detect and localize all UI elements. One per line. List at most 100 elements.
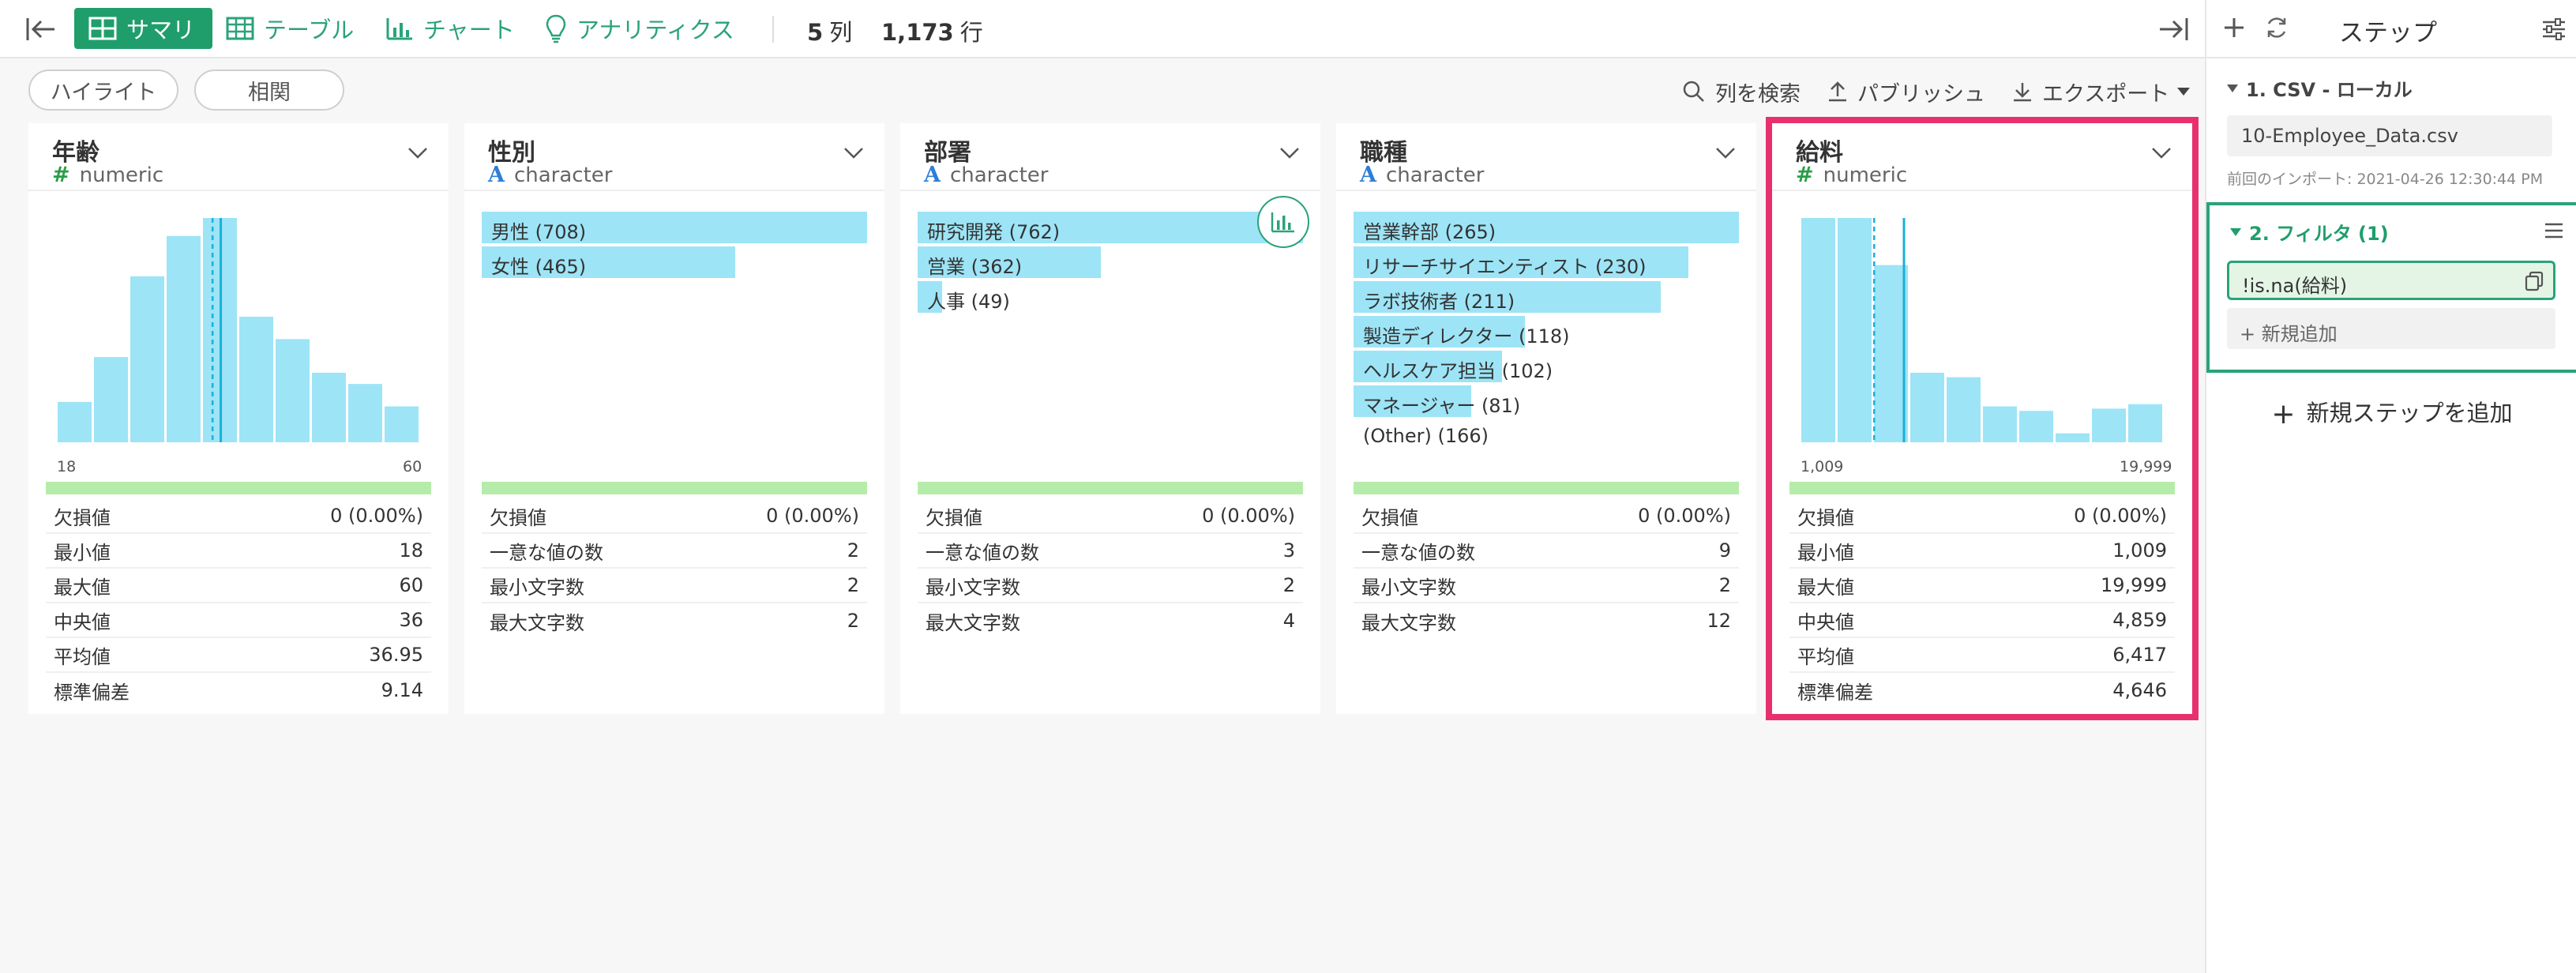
csv-file-name[interactable]: 10-Employee_Data.csv <box>2227 115 2552 156</box>
stat-value: 2 <box>847 610 859 632</box>
row-count-unit: 行 <box>959 19 983 46</box>
caret-down-icon <box>2177 88 2199 96</box>
histogram-bar <box>1838 218 1872 442</box>
category-item[interactable]: ヘルスケア担当 (102) <box>1354 351 1739 382</box>
add-condition-button[interactable]: + 新規追加 <box>2227 308 2555 349</box>
stat-value: 12 <box>1707 610 1731 632</box>
last-import-time: 前回のインポート: 2021-04-26 12:30:44 PM <box>2227 171 2544 188</box>
step-filter-title[interactable]: 2. フィルタ (1) <box>2230 218 2389 246</box>
chevron-down-icon[interactable] <box>843 147 864 160</box>
tab-table[interactable]: テーブル <box>226 8 354 49</box>
export-button[interactable]: エクスポート <box>2012 76 2199 107</box>
category-item[interactable]: リサーチサイエンティスト (230) <box>1354 246 1739 278</box>
stat-value: 19,999 <box>2101 574 2167 596</box>
category-item[interactable]: 研究開発 (762) <box>918 212 1303 243</box>
stat-label: 欠損値 <box>1361 506 1418 529</box>
chart-view-button[interactable] <box>1257 196 1309 248</box>
step-filter[interactable]: 2. フィルタ (1) !is.na(給料) + 新規追加 <box>2206 202 2576 373</box>
stat-value: 9 <box>1718 539 1731 562</box>
stat-label: 最大文字数 <box>1361 611 1456 634</box>
column-card-department[interactable]: 部署 A character 研究開発 (762) 営業 (362) 人事 (4… <box>900 123 1320 714</box>
histogram-bar <box>2056 433 2090 442</box>
settings-sliders-icon[interactable] <box>2541 17 2567 41</box>
refresh-icon[interactable] <box>2263 14 2290 41</box>
stat-value: 4,859 <box>2112 609 2167 631</box>
category-label: リサーチサイエンティスト (230) <box>1363 256 1647 278</box>
category-item[interactable]: (Other) (166) <box>1354 420 1739 452</box>
stat-row: 最大値 19,999 <box>1789 569 2175 603</box>
correlation-button[interactable]: 相関 <box>194 70 344 111</box>
stat-value: 0 (0.00%) <box>330 505 423 527</box>
chevron-down-icon[interactable] <box>1279 147 1300 160</box>
chevron-down-icon[interactable] <box>1715 147 1736 160</box>
stat-label: 欠損値 <box>926 506 982 529</box>
histogram-bar <box>1947 377 1981 442</box>
column-type: # numeric <box>52 163 163 187</box>
stat-label: 標準偏差 <box>54 681 130 704</box>
row-count: 1,173 行 <box>881 14 983 47</box>
tab-analytics-label: アナリティクス <box>576 17 734 43</box>
stat-value: 2 <box>847 574 859 596</box>
stat-row: 標準偏差 4,646 <box>1789 673 2175 708</box>
range-min: 18 <box>57 458 77 475</box>
expand-right-icon[interactable] <box>2157 16 2189 43</box>
steps-panel-header: ステップ <box>2206 0 2576 58</box>
stat-label: 一意な値の数 <box>926 541 1039 564</box>
copy-icon[interactable] <box>2525 271 2544 291</box>
chevron-down-icon[interactable] <box>2151 147 2172 160</box>
publish-button[interactable]: パブリッシュ <box>1827 76 1985 107</box>
column-count-value: 5 <box>807 19 824 46</box>
category-item[interactable]: 人事 (49) <box>918 281 1303 313</box>
category-list: 営業幹部 (265) リサーチサイエンティスト (230) ラボ技術者 (211… <box>1354 212 1739 455</box>
plus-icon[interactable] <box>2222 16 2246 39</box>
stat-label: 一意な値の数 <box>1361 541 1475 564</box>
category-item[interactable]: 営業 (362) <box>918 246 1303 278</box>
stat-value: 60 <box>399 574 423 596</box>
tab-chart[interactable]: チャート <box>385 8 515 49</box>
collapse-left-icon[interactable] <box>25 16 57 43</box>
stats-list: 欠損値 0 (0.00%) 最小値 18 最大値 60 中央値 36 平均値 36.95 … <box>46 499 431 708</box>
card-header: 給料 # numeric <box>1772 123 2192 191</box>
stat-row: 中央値 36 <box>46 603 431 638</box>
tab-summary[interactable]: サマリ <box>74 8 213 49</box>
steps-panel: ステップ 1. CSV - ローカル 10-Employee_Data.csv … <box>2205 0 2576 973</box>
stat-row: 最大文字数 2 <box>482 603 867 638</box>
category-item[interactable]: マネージャー (81) <box>1354 385 1739 417</box>
summary-grid-icon <box>88 17 126 40</box>
search-column-button[interactable]: 列を検索 <box>1682 76 1801 107</box>
category-item[interactable]: ラボ技術者 (211) <box>1354 281 1739 313</box>
stat-row: 一意な値の数 9 <box>1354 534 1739 569</box>
stat-label: 最大値 <box>54 576 111 599</box>
column-type: A character <box>924 163 1048 187</box>
stat-row: 平均値 36.95 <box>46 638 431 673</box>
highlight-button[interactable]: ハイライト <box>28 70 178 111</box>
category-item[interactable]: 営業幹部 (265) <box>1354 212 1739 243</box>
chevron-down-icon[interactable] <box>407 147 428 160</box>
add-step-button[interactable]: + 新規ステップを追加 <box>2206 395 2576 430</box>
histogram-bar <box>167 235 201 442</box>
column-card-salary[interactable]: 給料 # numeric 1,009 19,999 欠損値 0 (0.00%) 最… <box>1766 117 2199 720</box>
export-label: エクスポート <box>2042 81 2170 107</box>
filter-condition[interactable]: !is.na(給料) <box>2227 261 2555 300</box>
numeric-type-icon: # <box>52 163 70 187</box>
stat-row: 欠損値 0 (0.00%) <box>918 499 1303 534</box>
column-card-gender[interactable]: 性別 A character 男性 (708) 女性 (465) 欠損値 0 (0… <box>464 123 884 714</box>
stat-value: 3 <box>1282 539 1295 562</box>
column-card-age[interactable]: 年齢 # numeric 18 60 欠損値 0 (0.00%) 最小値 18 最大… <box>28 123 449 714</box>
download-icon <box>2012 81 2042 103</box>
stat-row: 一意な値の数 2 <box>482 534 867 569</box>
step-csv-title[interactable]: 1. CSV - ローカル <box>2227 74 2413 102</box>
stat-label: 最小文字数 <box>926 576 1020 599</box>
category-item[interactable]: 製造ディレクター (118) <box>1354 316 1739 348</box>
category-item[interactable]: 男性 (708) <box>482 212 867 243</box>
stat-value: 4 <box>1282 610 1295 632</box>
hamburger-menu-icon[interactable] <box>2544 223 2563 239</box>
stats-list: 欠損値 0 (0.00%) 一意な値の数 3 最小文字数 2 最大文字数 4 <box>918 499 1303 638</box>
column-card-job-role[interactable]: 職種 A character 営業幹部 (265) リサーチサイエンティスト (… <box>1336 123 1756 714</box>
tab-analytics[interactable]: アナリティクス <box>545 8 734 49</box>
stat-value: 18 <box>399 539 423 562</box>
stat-label: 最小値 <box>1797 541 1854 564</box>
range-max: 60 <box>403 458 422 475</box>
category-item[interactable]: 女性 (465) <box>482 246 867 278</box>
column-count: 5列 <box>807 14 852 47</box>
